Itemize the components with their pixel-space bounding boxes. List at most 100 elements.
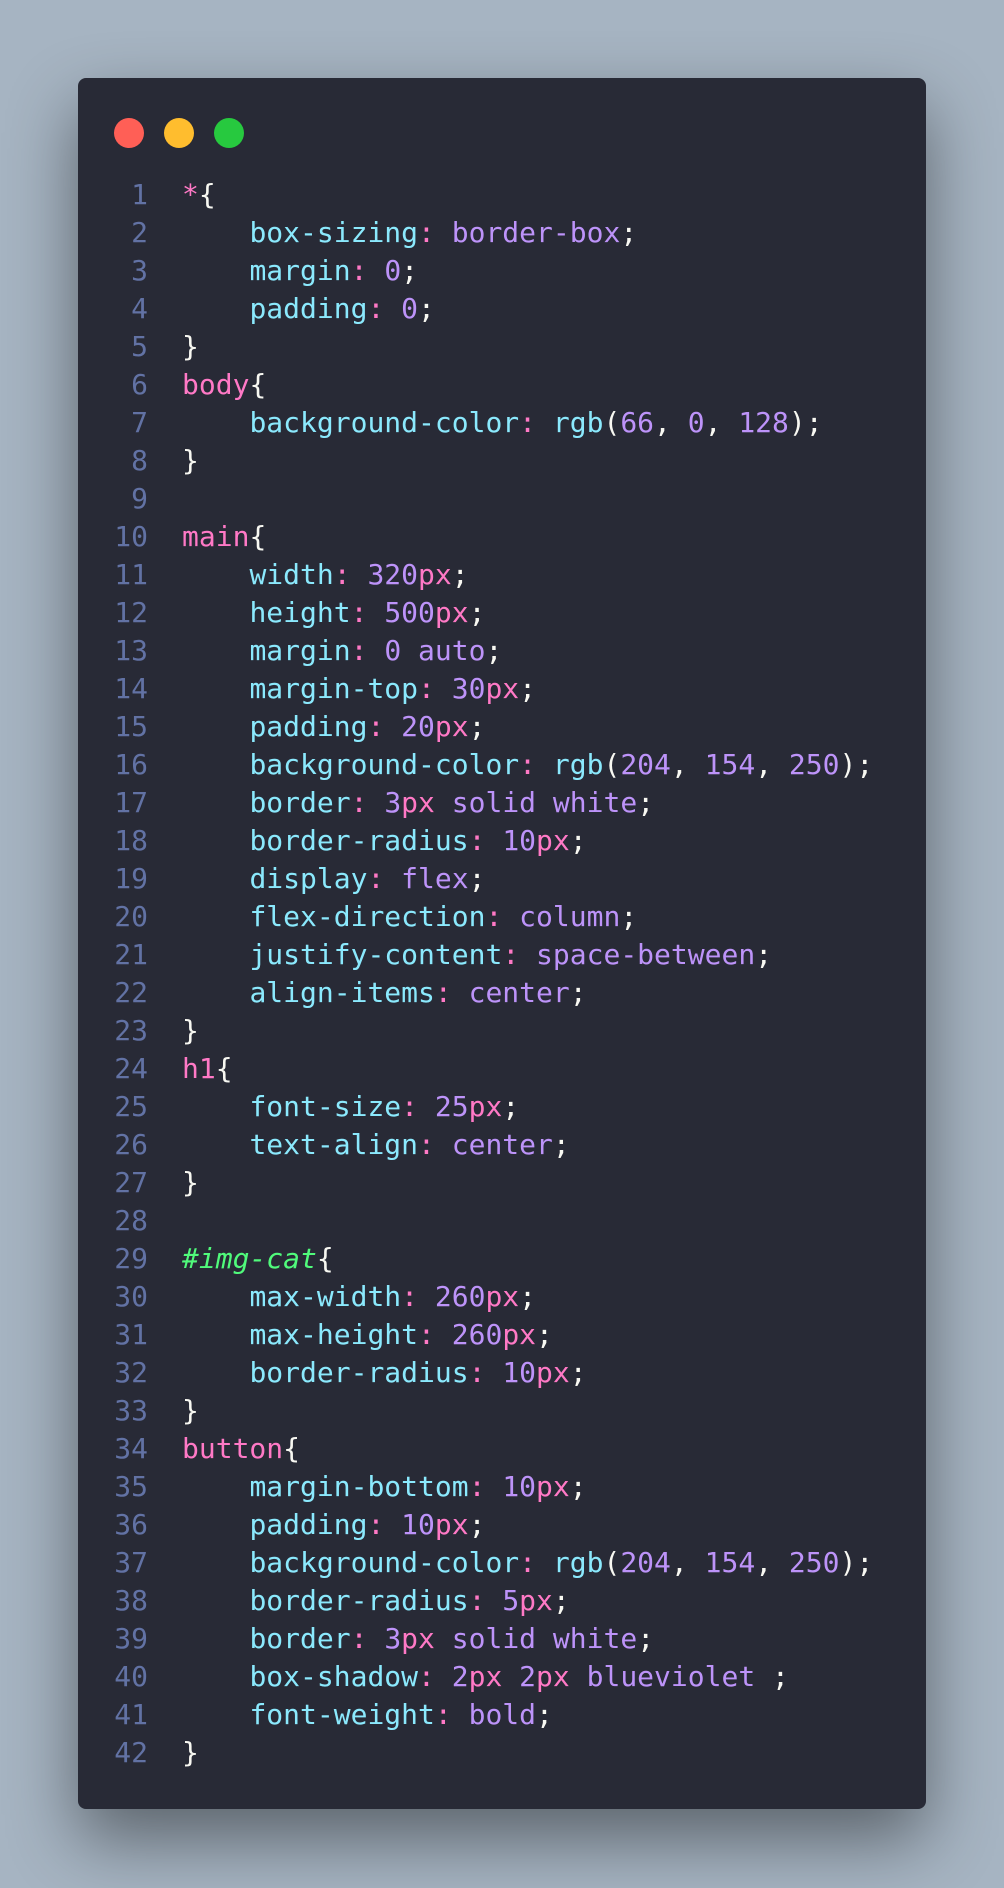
code-line: 12 height: 500px; <box>78 594 926 632</box>
code-token: } <box>182 1394 199 1427</box>
code-token: , <box>670 748 705 781</box>
maximize-icon[interactable] <box>214 118 244 148</box>
code-line: 3 margin: 0; <box>78 252 926 290</box>
line-number: 1 <box>131 178 148 211</box>
line-number: 13 <box>114 634 148 667</box>
code-token: } <box>182 1736 199 1769</box>
line-number: 34 <box>114 1432 148 1465</box>
code-token: 10 <box>502 1356 537 1389</box>
minimize-icon[interactable] <box>164 118 194 148</box>
code-token: ( <box>603 748 621 781</box>
line-number: 24 <box>114 1052 148 1085</box>
code-token: ; <box>502 1090 520 1123</box>
line-number: 30 <box>114 1280 148 1313</box>
code-line: 9 <box>78 480 926 518</box>
code-line: 36 padding: 10px; <box>78 1506 926 1544</box>
code-token: rgb <box>552 748 604 781</box>
code-token: 5 <box>502 1584 520 1617</box>
code-line: 28 <box>78 1202 926 1240</box>
code-token: ; <box>569 1470 587 1503</box>
line-number: 10 <box>114 520 148 553</box>
code-text: button{ <box>182 1430 300 1468</box>
code-text: } <box>182 1392 199 1430</box>
code-token: margin <box>249 634 351 667</box>
code-line: 30 max-width: 260px; <box>78 1278 926 1316</box>
code-token: px <box>434 1508 469 1541</box>
line-number: 40 <box>114 1660 148 1693</box>
code-token: 3 <box>384 1622 402 1655</box>
code-token: : <box>418 216 435 249</box>
code-token: margin <box>249 254 351 287</box>
code-token: border-box <box>451 216 621 249</box>
code-token: ; <box>552 1128 570 1161</box>
code-token: { <box>249 368 267 401</box>
code-line: 23} <box>78 1012 926 1050</box>
code-token: : <box>468 1470 486 1503</box>
line-number: 21 <box>114 938 148 971</box>
code-token: : <box>468 1356 486 1389</box>
code-token: padding <box>249 292 368 325</box>
line-number: 33 <box>114 1394 148 1427</box>
code-token: 250 <box>788 748 840 781</box>
code-text: margin-top: 30px; <box>182 670 536 708</box>
code-token: px <box>485 672 520 705</box>
code-text: box-shadow: 2px 2px blueviolet ; <box>182 1658 788 1696</box>
code-line: 19 display: flex; <box>78 860 926 898</box>
code-line: 8} <box>78 442 926 480</box>
code-token: px <box>401 786 435 819</box>
code-token: ; <box>468 710 486 743</box>
code-line: 18 border-radius: 10px; <box>78 822 926 860</box>
code-token: ; <box>536 1698 553 1731</box>
code-token: : <box>367 710 385 743</box>
code-token: 0 <box>687 406 705 439</box>
code-text: background-color: rgb(204, 154, 250); <box>182 1544 873 1582</box>
code-text: font-size: 25px; <box>182 1088 519 1126</box>
code-token: : <box>367 862 385 895</box>
code-token: ; <box>569 1356 587 1389</box>
code-token: space-between <box>536 938 756 971</box>
line-number: 15 <box>114 710 148 743</box>
code-line: 5} <box>78 328 926 366</box>
code-token: : <box>333 558 351 591</box>
code-token: ; <box>451 558 469 591</box>
line-number: 28 <box>114 1204 148 1237</box>
code-token: 2 <box>451 1660 469 1693</box>
code-line: 31 max-height: 260px; <box>78 1316 926 1354</box>
code-token: rgb <box>552 1546 604 1579</box>
line-number: 8 <box>131 444 148 477</box>
code-token: padding <box>249 1508 368 1541</box>
code-token: : <box>418 672 435 705</box>
code-token: ; <box>620 900 638 933</box>
code-line: 15 padding: 20px; <box>78 708 926 746</box>
code-token: 500 <box>384 596 435 629</box>
line-number: 20 <box>114 900 148 933</box>
code-token: 154 <box>704 748 756 781</box>
code-token: border-radius <box>249 1356 469 1389</box>
close-icon[interactable] <box>114 118 144 148</box>
code-text: padding: 20px; <box>182 708 485 746</box>
code-token: padding <box>249 710 368 743</box>
code-token: ; <box>637 786 655 819</box>
code-text: } <box>182 328 199 366</box>
code-line: 4 padding: 0; <box>78 290 926 328</box>
code-text: border: 3px solid white; <box>182 784 654 822</box>
